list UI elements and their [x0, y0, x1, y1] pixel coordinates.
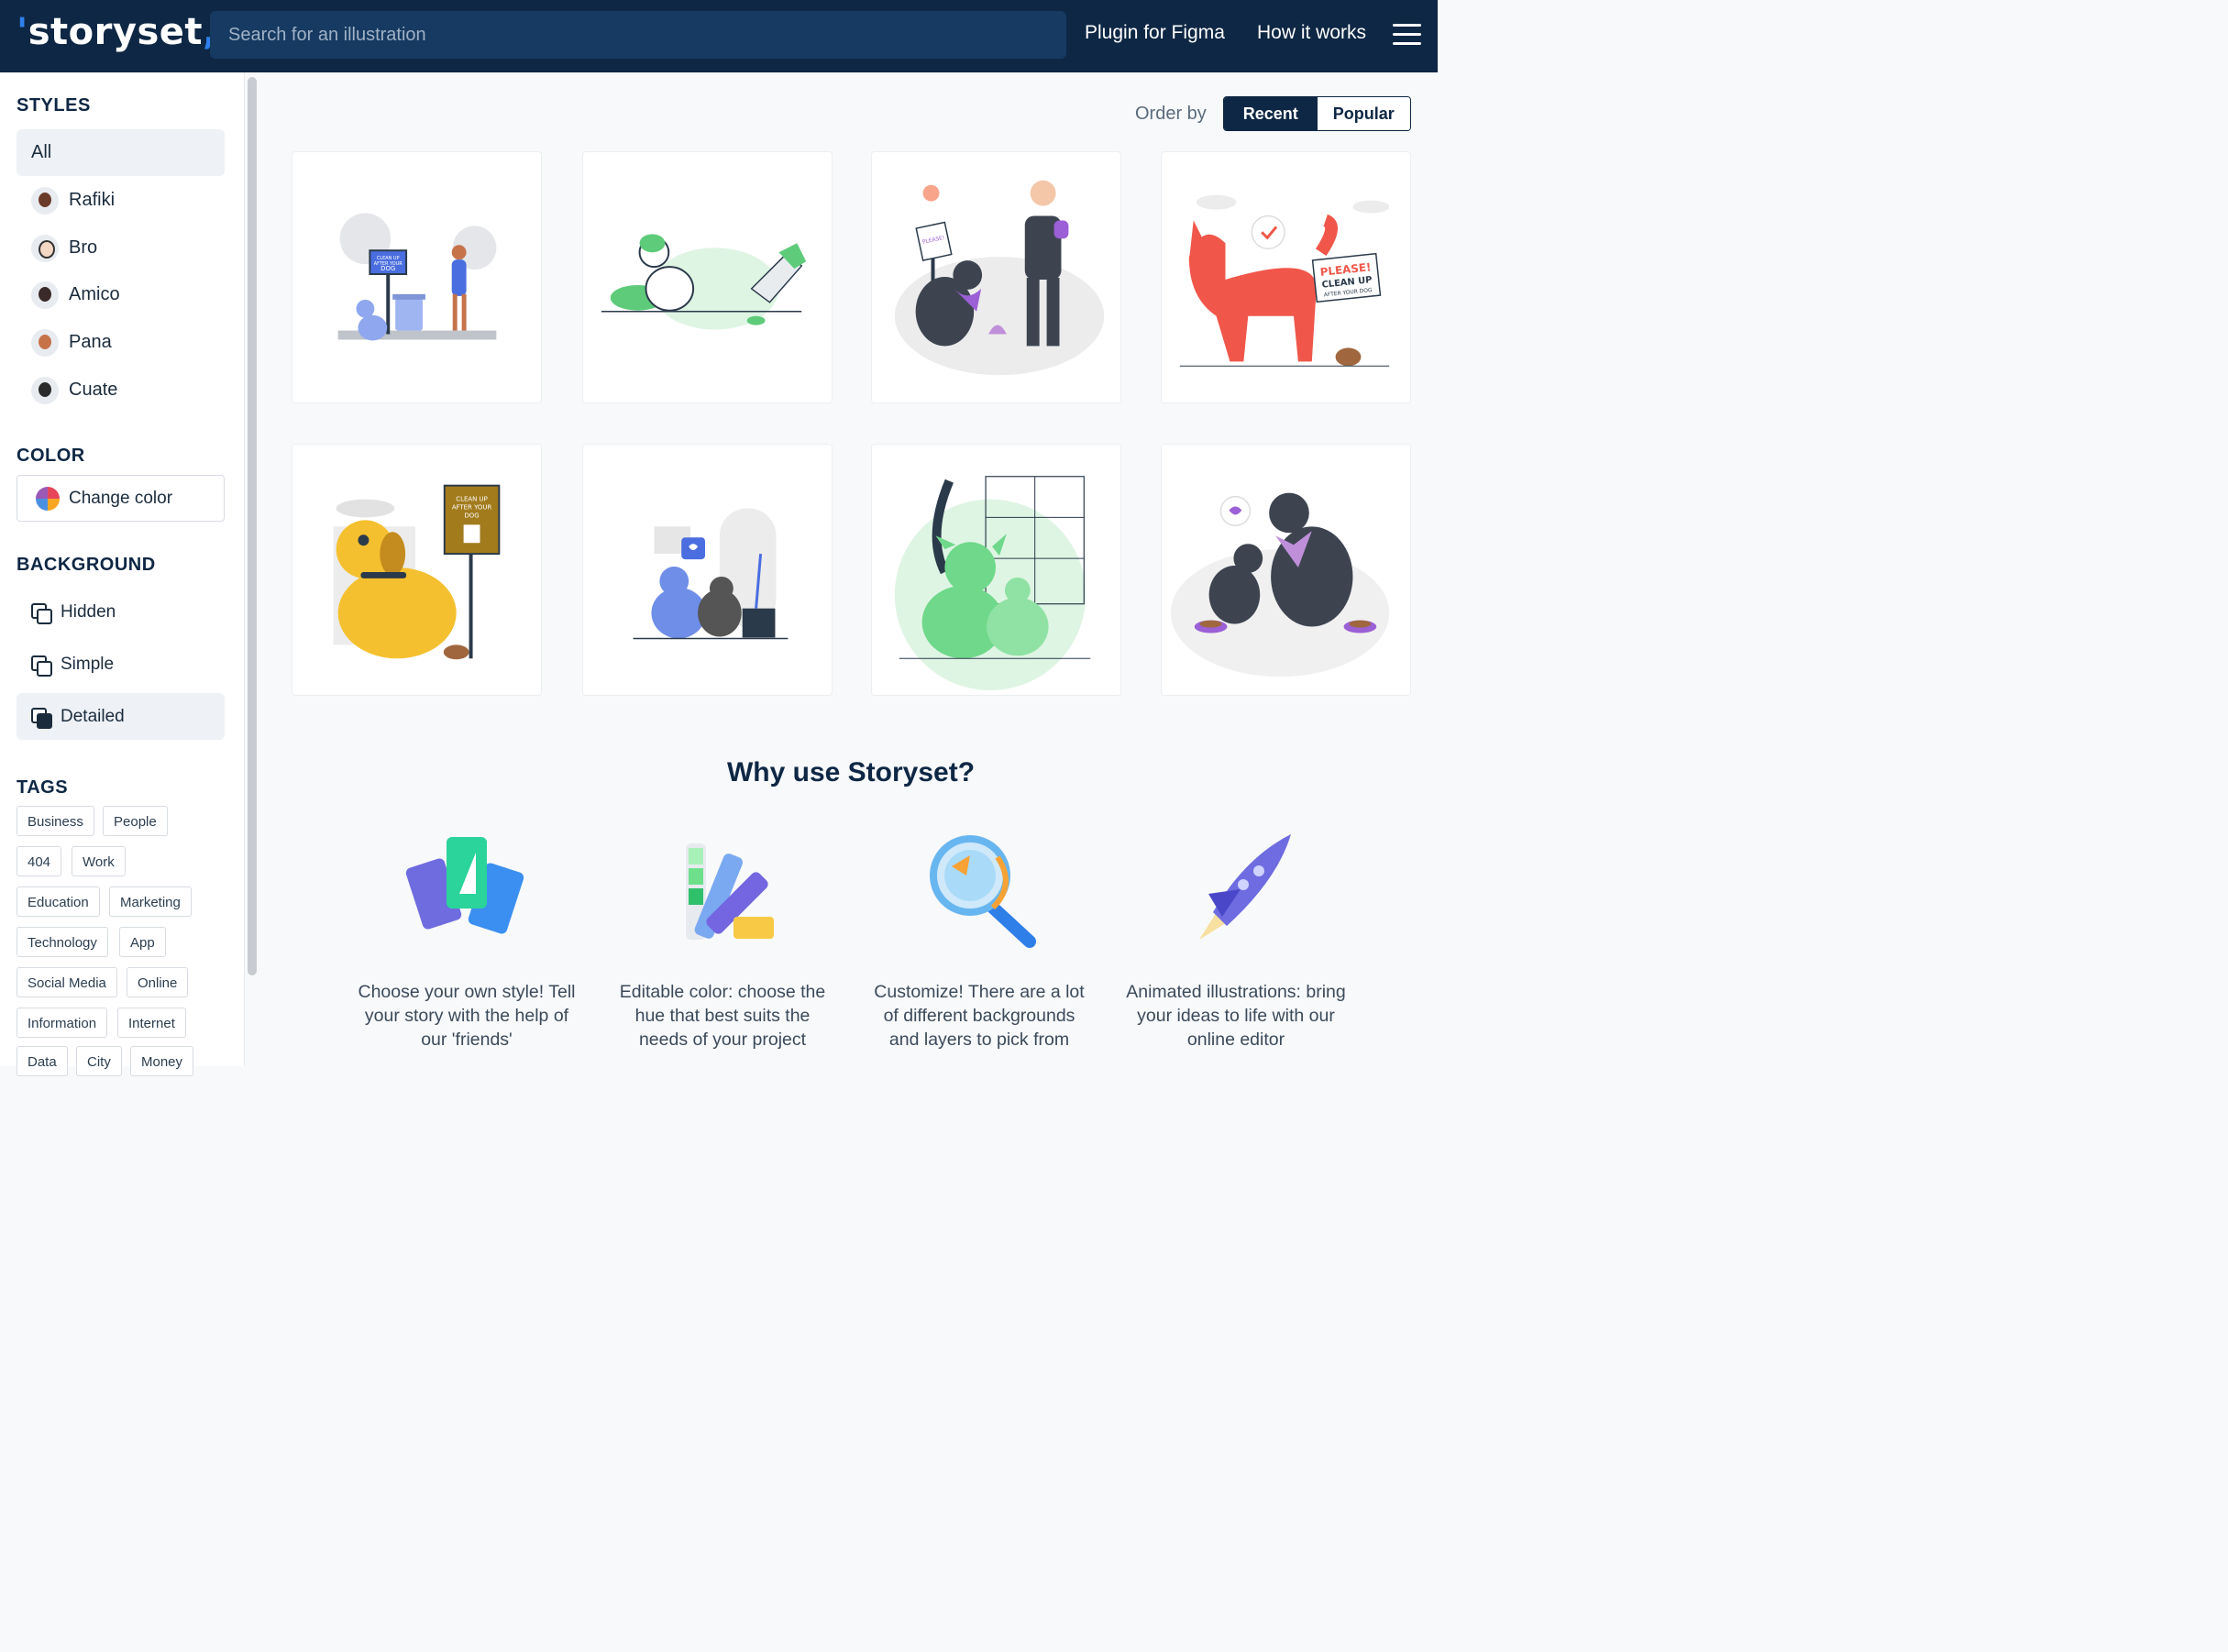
tag-money[interactable]: Money	[130, 1046, 194, 1076]
layers-outline-icon	[31, 602, 52, 624]
feature-text: Editable color: choose the hue that best…	[619, 982, 826, 1050]
feature-text: Choose your own style! Tell your story w…	[358, 982, 576, 1050]
why-use-storyset-heading: Why use Storyset?	[726, 757, 976, 787]
illustration-card[interactable]	[582, 444, 833, 696]
tag-marketing[interactable]: Marketing	[109, 887, 192, 917]
style-item-rafiki[interactable]: Rafiki	[17, 177, 225, 224]
color-wheel-icon	[36, 486, 60, 511]
background-label: Hidden	[61, 601, 116, 622]
style-item-amico[interactable]: Amico	[17, 271, 225, 318]
nav-plugin-for-figma[interactable]: Plugin for Figma	[1085, 22, 1225, 44]
top-header: 'storyset, Plugin for Figma How it works	[0, 0, 1438, 72]
feature-editable-color: Editable color: choose the hue that best…	[612, 830, 833, 1052]
tag-people[interactable]: People	[103, 806, 168, 836]
cuate-avatar-icon	[31, 376, 59, 404]
bro-avatar-icon	[31, 234, 59, 262]
style-label: Amico	[69, 284, 120, 304]
background-label: Simple	[61, 654, 115, 674]
layers-filled-icon	[31, 707, 52, 729]
rocket-icon	[1199, 834, 1291, 940]
illustration-card[interactable]: CLEAN UP AFTER YOUR DOG	[292, 444, 542, 696]
feature-customize: Customize! There are a lot of different …	[869, 830, 1089, 1052]
layers-striped-icon	[31, 655, 52, 677]
style-item-bro[interactable]: Bro	[17, 225, 225, 271]
illustration-card[interactable]	[1161, 444, 1411, 696]
rafiki-avatar-icon	[31, 186, 59, 215]
change-color-label: Change color	[69, 488, 173, 508]
tag-information[interactable]: Information	[17, 1008, 108, 1038]
sidebar-scrollbar[interactable]	[248, 77, 257, 975]
background-detailed-option[interactable]: Detailed	[17, 693, 225, 740]
yellow-dog-sign-illustration: CLEAN UP AFTER YOUR DOG	[333, 484, 501, 660]
illustration-card[interactable]: PLEASE! CLEAN UP AFTER YOUR DOG	[1161, 151, 1411, 403]
tag-business[interactable]: Business	[17, 806, 94, 836]
dog-owner-please-illustration: PLEASE!	[894, 180, 1105, 376]
tag-app[interactable]: App	[119, 927, 166, 957]
background-label: Detailed	[61, 706, 125, 726]
background-heading: BACKGROUND	[17, 555, 156, 575]
red-dog-please-illustration: PLEASE! CLEAN UP AFTER YOUR DOG	[1179, 194, 1390, 367]
style-label: All	[31, 142, 52, 162]
svg-text:DOG: DOG	[464, 512, 479, 519]
style-label: Bro	[69, 237, 98, 258]
tags-heading: TAGS	[17, 777, 69, 798]
order-by-label: Order by	[1135, 104, 1207, 124]
background-hidden-option[interactable]: Hidden	[17, 589, 225, 635]
svg-text:DOG: DOG	[381, 265, 395, 272]
style-label: Rafiki	[69, 190, 116, 210]
tag-internet[interactable]: Internet	[117, 1008, 186, 1038]
tag-education[interactable]: Education	[17, 887, 100, 917]
hamburger-icon[interactable]	[1393, 24, 1421, 46]
style-cards-icon	[405, 837, 524, 934]
feature-choose-style: Choose your own style! Tell your story w…	[357, 830, 577, 1052]
svg-text:AFTER YOUR: AFTER YOUR	[452, 503, 492, 511]
style-item-cuate[interactable]: Cuate	[17, 367, 225, 413]
illustration-card[interactable]	[582, 151, 833, 403]
style-item-pana[interactable]: Pana	[17, 319, 225, 366]
background-simple-option[interactable]: Simple	[17, 641, 225, 688]
color-palette-icon	[686, 843, 774, 940]
dog-cat-window-illustration	[633, 508, 789, 640]
magnifier-icon	[930, 835, 1036, 948]
style-label: Pana	[69, 332, 112, 352]
storyset-logo[interactable]: 'storyset,	[17, 11, 217, 53]
feature-text: Customize! There are a lot of different …	[874, 982, 1085, 1050]
tag-online[interactable]: Online	[127, 967, 189, 997]
pana-avatar-icon	[31, 328, 59, 357]
order-toggle: Recent Popular	[1223, 96, 1411, 131]
dog-glove-illustration	[601, 234, 807, 330]
tag-work[interactable]: Work	[72, 846, 126, 876]
change-color-button[interactable]: Change color	[17, 475, 225, 522]
tag-social-media[interactable]: Social Media	[17, 967, 117, 997]
style-label: Cuate	[69, 380, 118, 400]
dog-park-sign-illustration: CLEAN UP AFTER YOUR DOG	[337, 213, 497, 341]
order-popular-button[interactable]: Popular	[1317, 97, 1410, 130]
order-recent-button[interactable]: Recent	[1224, 97, 1318, 130]
feature-animated: Animated illustrations: bring your ideas…	[1126, 830, 1346, 1052]
feature-text: Animated illustrations: bring your ideas…	[1126, 982, 1346, 1050]
tag-technology[interactable]: Technology	[17, 927, 108, 957]
tag-city[interactable]: City	[76, 1046, 122, 1076]
search-input[interactable]	[210, 11, 1066, 59]
illustration-card[interactable]	[871, 444, 1121, 696]
color-heading: COLOR	[17, 446, 85, 466]
amico-avatar-icon	[31, 281, 59, 309]
svg-text:CLEAN UP: CLEAN UP	[456, 496, 487, 503]
styles-heading: STYLES	[17, 95, 91, 116]
tag-404[interactable]: 404	[17, 846, 62, 876]
style-item-all[interactable]: All	[17, 129, 225, 176]
illustration-card[interactable]: CLEAN UP AFTER YOUR DOG	[292, 151, 542, 403]
green-dog-cat-illustration	[894, 476, 1091, 691]
illustration-card[interactable]: PLEASE!	[871, 151, 1121, 403]
cat-dog-bowls-illustration	[1170, 492, 1390, 677]
nav-how-it-works[interactable]: How it works	[1257, 22, 1366, 44]
tag-data[interactable]: Data	[17, 1046, 68, 1076]
